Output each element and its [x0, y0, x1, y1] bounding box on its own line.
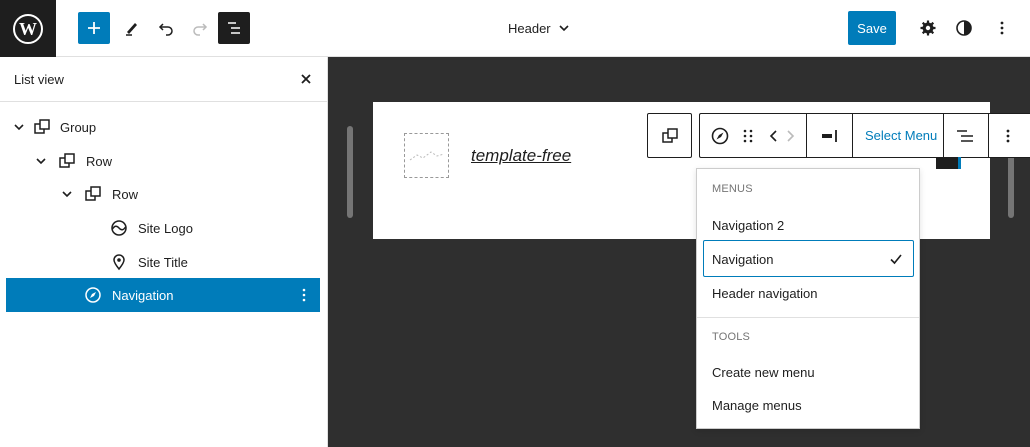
plus-icon [88, 22, 100, 34]
tree-item-label: Navigation [112, 288, 174, 303]
chevron-left-icon [769, 129, 777, 142]
block-more-options-button[interactable] [1001, 114, 1015, 157]
site-logo-placeholder[interactable] [404, 133, 449, 178]
undo-button[interactable] [150, 12, 182, 44]
list-view-toggle-button[interactable] [955, 114, 975, 157]
tree-item-row-nested[interactable]: Row [6, 177, 320, 211]
wordpress-logo-button[interactable]: W [0, 0, 56, 57]
tree-item-group[interactable]: Group [6, 110, 320, 144]
drag-handle[interactable] [742, 114, 754, 157]
document-title: Header [508, 20, 551, 36]
chevron-down-icon[interactable] [60, 187, 74, 201]
svg-text:W: W [19, 19, 37, 39]
sidebar-header: List view [0, 57, 327, 102]
checkmark-icon [890, 254, 902, 265]
list-view-icon [957, 129, 973, 142]
save-button[interactable]: Save [848, 11, 896, 45]
options-button[interactable] [986, 12, 1018, 44]
more-vertical-icon [1000, 21, 1004, 35]
tree-item-label: Site Title [138, 255, 188, 270]
navigation-compass-icon [83, 285, 103, 305]
more-vertical-icon [1006, 129, 1010, 142]
chevron-right-icon [787, 129, 795, 142]
move-right-button[interactable] [784, 114, 796, 157]
tools-heading: Tools [712, 331, 751, 343]
styles-button[interactable] [948, 12, 980, 44]
block-inserter-button[interactable] [936, 157, 958, 169]
sidebar-title: List view [14, 72, 64, 87]
settings-button[interactable] [912, 12, 944, 44]
toolbar-separator [852, 114, 853, 157]
select-parent-block-button[interactable] [647, 113, 692, 158]
site-logo-icon [109, 218, 129, 238]
manage-menus-option[interactable]: Manage menus [712, 398, 802, 413]
list-view-icon [228, 22, 240, 34]
menu-option-navigation-2[interactable]: Navigation 2 [712, 218, 784, 233]
select-menu-dropdown: Menus Navigation 2 Navigation Header nav… [696, 168, 920, 429]
select-menu-button[interactable]: Select Menu [865, 114, 937, 157]
block-toolbar: Select Menu [699, 113, 1030, 158]
menu-option-header-navigation[interactable]: Header navigation [712, 286, 818, 301]
toolbar-separator [988, 114, 989, 157]
site-title-text[interactable]: template-free [471, 146, 571, 166]
tree-item-label: Site Logo [138, 221, 193, 236]
wordpress-icon: W [13, 13, 43, 44]
row-block-icon [83, 184, 103, 204]
tree-item-row[interactable]: Row [6, 144, 320, 178]
menus-heading: Menus [712, 183, 753, 195]
close-icon [301, 74, 311, 84]
tree-item-navigation[interactable]: Navigation [6, 278, 320, 312]
toolbar-separator [943, 114, 944, 157]
add-block-button[interactable] [78, 12, 110, 44]
block-type-button[interactable] [710, 114, 730, 157]
tree-item-site-logo[interactable]: Site Logo [6, 211, 320, 245]
undo-icon [158, 23, 173, 36]
tools-button[interactable] [116, 12, 148, 44]
navigation-compass-icon [711, 127, 729, 144]
more-vertical-icon [302, 288, 306, 302]
chevron-down-icon [559, 25, 569, 32]
menu-option-label: Navigation [712, 252, 774, 267]
gear-icon [920, 20, 936, 36]
canvas-scrollbar-left[interactable] [347, 126, 353, 218]
redo-icon [193, 23, 208, 36]
menu-option-navigation[interactable]: Navigation [703, 240, 914, 277]
row-block-icon [57, 151, 77, 171]
tree-item-label: Group [60, 120, 97, 135]
editor-header: W Header Save [0, 0, 1030, 57]
selection-indicator [958, 157, 961, 169]
create-new-menu-option[interactable]: Create new menu [712, 365, 815, 380]
tree-item-site-title[interactable]: Site Title [6, 245, 320, 279]
logo-placeholder-icon [409, 150, 444, 160]
close-list-view-button[interactable] [296, 69, 316, 89]
group-block-icon [32, 117, 52, 137]
justify-right-icon [822, 129, 837, 142]
block-options-button[interactable] [294, 285, 314, 305]
list-view-button[interactable] [218, 12, 250, 44]
chevron-down-icon[interactable] [34, 154, 48, 168]
site-title-icon [109, 252, 129, 272]
pencil-icon [126, 23, 137, 36]
dropdown-divider [697, 317, 919, 318]
tree-item-label: Row [86, 154, 113, 169]
redo-button[interactable] [184, 12, 216, 44]
document-title-dropdown[interactable]: Header [508, 18, 571, 38]
move-left-button[interactable] [768, 114, 780, 157]
chevron-down-icon[interactable] [12, 120, 26, 134]
contrast-icon [956, 20, 972, 36]
justification-button[interactable] [820, 114, 840, 157]
row-block-icon [661, 127, 678, 143]
drag-handle-icon [743, 129, 753, 142]
list-view-sidebar: List view Group Row Row Site Logo Site T… [0, 57, 328, 447]
toolbar-separator [806, 114, 807, 157]
tree-item-label: Row [112, 187, 139, 202]
